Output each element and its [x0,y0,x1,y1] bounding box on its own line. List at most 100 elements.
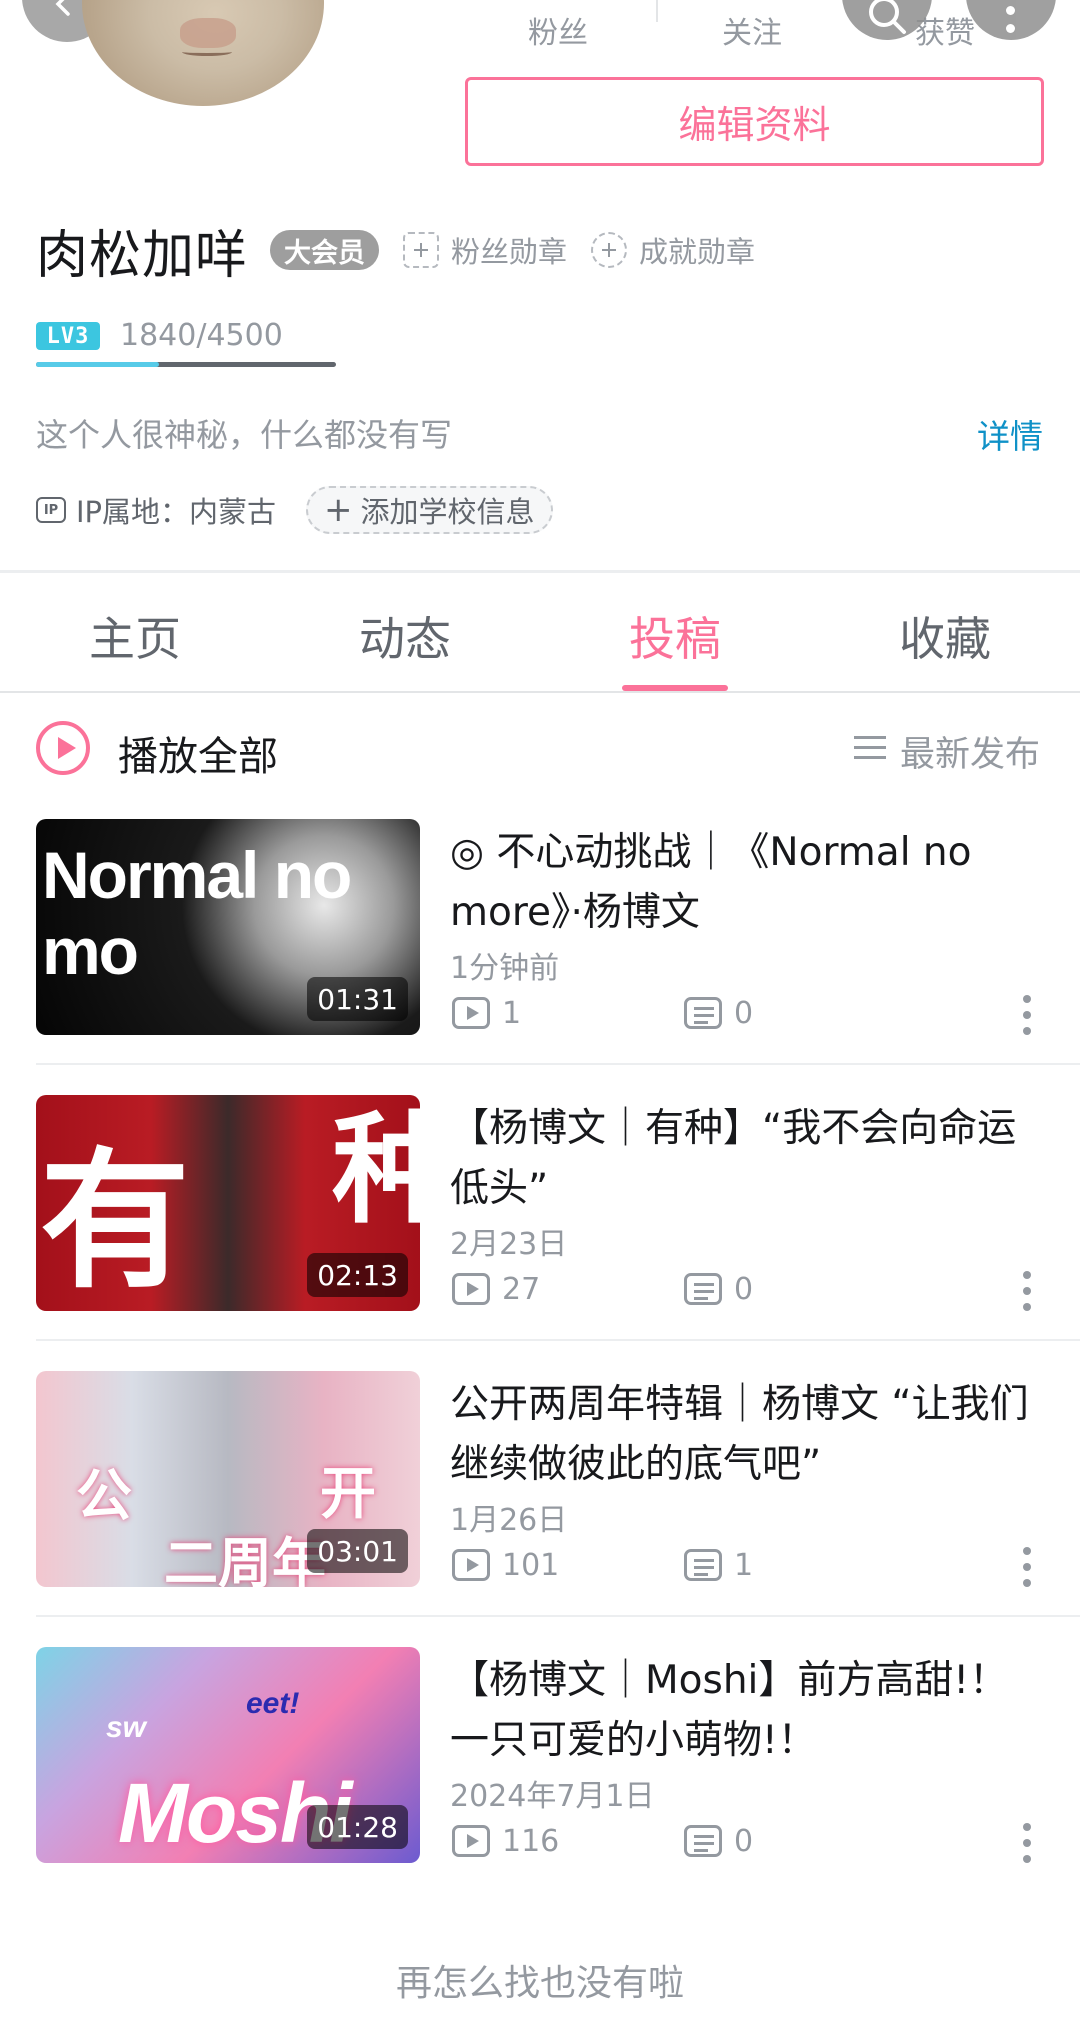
play-count-icon [452,1273,490,1305]
video-duration: 02:13 [307,1253,408,1297]
video-duration: 01:31 [307,977,408,1021]
video-date: 1月26日 [450,1503,568,1538]
video-duration: 01:28 [307,1805,408,1849]
thumbnail-text: 种 [332,1103,420,1237]
video-comments: 0 [684,993,753,1033]
video-title[interactable]: 【杨博文｜有种】“我不会向命运低头” [450,1099,1044,1219]
video-title[interactable]: 公开两周年特辑｜杨博文 “让我们继续做彼此的底气吧” [450,1375,1044,1495]
play-count: 1 [502,995,522,1031]
video-title[interactable]: ◎ 不心动挑战｜《Normal no more》·杨博文 [450,823,1044,943]
video-more-button[interactable] [1020,995,1034,1037]
tab-dynamics[interactable]: 动态 [270,603,540,669]
video-plays: 1 [452,993,521,1033]
add-medal-icon [403,232,440,268]
tab-active-indicator [622,685,728,691]
detail-link[interactable]: 详情 [977,410,1043,458]
thumbnail-text: eet! [246,1687,300,1720]
video-plays: 101 [452,1545,559,1585]
video-item[interactable]: 公 开 二周年 03:01 公开两周年特辑｜杨博文 “让我们继续做彼此的底气吧”… [0,1371,1080,1646]
video-title[interactable]: 【杨博文｜Moshi】前方高甜!！一只可爱的小萌物!！ [450,1651,1044,1771]
list-divider [36,1063,1080,1065]
comment-count: 0 [734,1823,754,1859]
thumbnail-text: 开 [320,1462,376,1525]
edit-profile-button[interactable]: 编辑资料 [465,77,1044,166]
profile-header: 粉丝 关注 获赞 编辑资料 肉松加咩 大会员 粉丝勋章 成就勋章 LV3 184… [0,0,1080,573]
back-arrow-icon [55,0,70,16]
comment-count: 0 [734,995,754,1031]
play-count: 27 [502,1271,541,1307]
sort-list-icon[interactable] [854,734,886,760]
achievement-medal-button[interactable]: 成就勋章 [591,229,755,271]
thumbnail-text: 有 [40,1137,191,1305]
list-divider [36,1339,1080,1341]
video-more-button[interactable] [1020,1823,1034,1865]
play-count-icon [452,997,490,1029]
video-more-button[interactable] [1020,1271,1034,1313]
tab-home[interactable]: 主页 [0,603,270,669]
comment-count-icon [684,1549,722,1581]
fan-medal-label: 粉丝勋章 [451,235,568,269]
video-comments: 0 [684,1269,753,1309]
add-school-button[interactable]: + 添加学校信息 [306,486,553,534]
video-thumbnail[interactable]: 公 开 二周年 03:01 [36,1371,420,1587]
user-name: 肉松加咩 [36,225,249,286]
more-dot-icon [1006,6,1015,15]
video-item[interactable]: Normal no mo 01:31 ◎ 不心动挑战｜《Normal no mo… [0,819,1080,1094]
thumbnail-text: 二周年 [164,1534,326,1587]
comment-count-icon [684,1825,722,1857]
play-all-button[interactable]: 播放全部 [118,724,278,782]
name-row: 肉松加咩 大会员 粉丝勋章 成就勋章 [36,214,755,286]
video-thumbnail[interactable]: sw eet! Moshi 01:28 [36,1647,420,1863]
video-comments: 1 [684,1545,753,1585]
video-item[interactable]: 有 种 02:13 【杨博文｜有种】“我不会向命运低头” 2月23日 27 0 [0,1095,1080,1370]
video-date: 2月23日 [450,1227,568,1262]
video-plays: 27 [452,1269,540,1309]
end-of-list-text: 再怎么找也没有啦 [395,1963,684,2004]
thumbnail-text: Normal no mo [42,838,352,988]
fan-medal-button[interactable]: 粉丝勋章 [403,229,567,271]
play-circle-icon[interactable] [36,721,90,775]
more-dot-icon [1006,24,1015,33]
tab-favorites[interactable]: 收藏 [810,603,1080,669]
video-thumbnail[interactable]: Normal no mo 01:31 [36,819,420,1035]
stats-row: 粉丝 关注 获赞 [480,0,1020,56]
play-count: 101 [502,1547,560,1583]
fans-stat[interactable]: 粉丝 [528,8,588,52]
add-achievement-icon [591,232,628,268]
stats-divider [656,0,658,22]
following-stat[interactable]: 关注 [722,8,782,52]
video-date: 2024年7月1日 [450,1779,655,1814]
video-date: 1分钟前 [450,951,560,986]
comment-count-icon [684,1273,722,1305]
play-count-icon [452,1825,490,1857]
plus-icon: + [324,490,353,530]
video-more-button[interactable] [1020,1547,1034,1589]
play-all-bar: 播放全部 最新发布 [0,694,1080,804]
achievement-medal-label: 成就勋章 [639,235,756,269]
profile-tabs: 主页 动态 投稿 收藏 [0,573,1080,693]
ip-icon: IP [36,497,66,523]
exp-progress-fill [36,362,159,367]
bio-text: 这个人很神秘，什么都没有写 [36,416,453,454]
video-plays: 116 [452,1821,559,1861]
ip-row: IP IP属地：内蒙古 + 添加学校信息 [36,484,553,536]
thumbnail-text: sw [106,1711,147,1744]
play-count-icon [452,1549,490,1581]
level-icon: LV3 [36,322,100,350]
search-icon [869,0,906,34]
ip-location: IP属地：内蒙古 [76,495,277,529]
video-thumbnail[interactable]: 有 种 02:13 [36,1095,420,1311]
thumbnail-text: 公 [76,1464,132,1527]
comment-count: 0 [734,1271,754,1307]
vip-badge[interactable]: 大会员 [270,230,380,270]
sort-button[interactable]: 最新发布 [900,726,1040,777]
video-duration: 03:01 [307,1529,408,1573]
comment-count: 1 [734,1547,754,1583]
video-item[interactable]: sw eet! Moshi 01:28 【杨博文｜Moshi】前方高甜!！一只可… [0,1647,1080,1922]
tab-submissions[interactable]: 投稿 [540,603,810,669]
add-school-label: 添加学校信息 [360,495,535,529]
video-comments: 0 [684,1821,753,1861]
play-count: 116 [502,1823,560,1859]
comment-count-icon [684,997,722,1029]
avatar[interactable] [82,0,324,106]
